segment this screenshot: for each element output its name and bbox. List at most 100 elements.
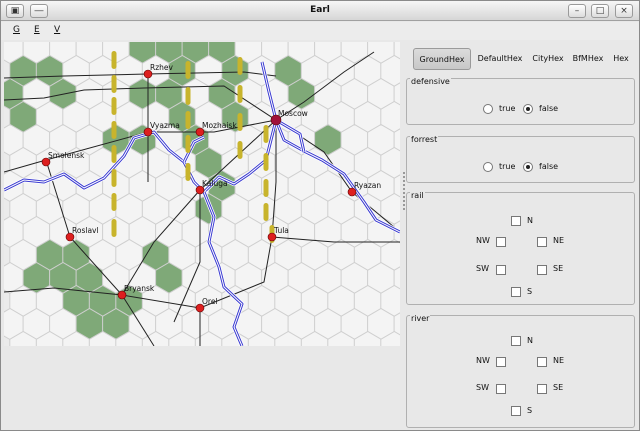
river-group: river N NW NE SW SE S: [406, 314, 635, 428]
menu-bar: G E V: [1, 22, 639, 40]
river-s-checkbox[interactable]: [511, 406, 521, 416]
rail-marker: [111, 219, 117, 237]
forrest-true-radio[interactable]: [483, 162, 493, 172]
river-s-label: S: [527, 406, 533, 415]
rail-n-checkbox[interactable]: [511, 216, 521, 226]
maximize-icon[interactable]: □: [591, 4, 609, 18]
splitter-grip-dot: [403, 204, 405, 206]
city-label: Vyazma: [150, 121, 180, 130]
title-bar: ▣ ― Earl – □ ×: [1, 1, 639, 21]
rail-s-label: S: [527, 287, 533, 296]
tab-hex[interactable]: Hex: [608, 48, 634, 70]
rail-title: rail: [410, 191, 425, 200]
tab-defaulthex[interactable]: DefaultHex: [473, 48, 527, 70]
city-label: Ryazan: [354, 181, 381, 190]
rail-sw-checkbox[interactable]: [496, 265, 506, 275]
defensive-true-radio[interactable]: [483, 104, 493, 114]
river-sw-label: SW: [476, 383, 489, 392]
rail-se-label: SE: [553, 264, 564, 273]
splitter-grip-dot: [403, 176, 405, 178]
rail-nw-checkbox[interactable]: [496, 237, 506, 247]
forrest-true-label: true: [499, 162, 516, 171]
forrest-title: forrest: [410, 135, 439, 144]
river-nw-checkbox[interactable]: [496, 357, 506, 367]
rail-marker: [111, 169, 117, 187]
splitter-grip-dot: [403, 200, 405, 202]
rail-marker: [237, 85, 243, 103]
rail-marker: [263, 179, 269, 197]
river-ne-label: NE: [553, 356, 565, 365]
city-label: Rzhev: [150, 63, 174, 72]
defensive-group: defensive true false: [406, 77, 635, 125]
city-label: Smolensk: [48, 151, 85, 160]
rail-marker: [111, 51, 117, 69]
rail-ne-label: NE: [553, 236, 565, 245]
splitter-grip-dot: [403, 192, 405, 194]
tab-cityhex[interactable]: CityHex: [528, 48, 568, 70]
tab-groundhex[interactable]: GroundHex: [413, 48, 471, 70]
menu-e[interactable]: E: [34, 25, 40, 35]
rail-group: rail N NW NE SW SE S: [406, 191, 635, 305]
defensive-true-label: true: [499, 104, 516, 113]
rail-s-checkbox[interactable]: [511, 287, 521, 297]
river-nw-label: NW: [476, 356, 490, 365]
rail-marker: [185, 163, 191, 181]
splitter-grip-dot: [403, 208, 405, 210]
splitter-grip-dot: [403, 172, 405, 174]
tab-bar: GroundHex DefaultHex CityHex BfMHex Hex: [411, 46, 636, 70]
menu-g[interactable]: G: [13, 25, 20, 35]
river-title: river: [410, 314, 431, 323]
rail-marker: [185, 135, 191, 153]
splitter-grip-dot: [403, 184, 405, 186]
rail-marker: [185, 111, 191, 129]
rail-marker: [185, 61, 191, 79]
rail-nw-label: NW: [476, 236, 490, 245]
city-label: Mozhaisk: [202, 121, 237, 130]
city-label: Kaluga: [202, 179, 228, 188]
river-se-label: SE: [553, 383, 564, 392]
rail-marker: [263, 153, 269, 171]
forrest-false-label: false: [539, 162, 559, 171]
defensive-false-radio[interactable]: [523, 104, 533, 114]
rail-se-checkbox[interactable]: [537, 265, 547, 275]
river-ne-checkbox[interactable]: [537, 357, 547, 367]
hex-map-panel[interactable]: Rzhev Vyazma Mozhaisk Moscow Smolensk Kaluga R…: [4, 42, 400, 346]
forrest-group: forrest true false: [406, 135, 635, 183]
rail-marker: [111, 97, 117, 115]
minimize-icon[interactable]: –: [568, 4, 586, 18]
application-window: ▣ ― Earl – □ × G E V Rzhev Vyazma Mozhaisk…: [0, 0, 640, 431]
city-label: Orel: [202, 297, 218, 306]
rail-marker: [111, 193, 117, 211]
rail-marker: [111, 121, 117, 139]
splitter-grip-dot: [403, 196, 405, 198]
rail-marker: [111, 145, 117, 163]
city-label: Tula: [273, 226, 289, 235]
river-n-checkbox[interactable]: [511, 336, 521, 346]
rail-sw-label: SW: [476, 264, 489, 273]
rail-marker: [263, 125, 269, 143]
city-label: Moscow: [278, 109, 308, 118]
river-sw-checkbox[interactable]: [496, 384, 506, 394]
menu-v[interactable]: V: [54, 25, 60, 35]
window-title: Earl: [310, 5, 330, 15]
rail-marker: [185, 87, 191, 105]
rail-marker: [263, 203, 269, 221]
close-icon[interactable]: ×: [615, 4, 633, 18]
city-label: Bryansk: [124, 284, 155, 293]
rail-marker: [237, 141, 243, 159]
city-label: Roslavl: [72, 226, 99, 235]
forrest-false-radio[interactable]: [523, 162, 533, 172]
splitter-grip-dot: [403, 188, 405, 190]
rail-marker: [111, 75, 117, 93]
hex-properties-panel: GroundHex DefaultHex CityHex BfMHex Hex …: [406, 42, 638, 430]
river-se-checkbox[interactable]: [537, 384, 547, 394]
river-n-label: N: [527, 336, 533, 345]
splitter-grip-dot: [403, 180, 405, 182]
rail-marker: [237, 113, 243, 131]
rail-marker: [237, 57, 243, 75]
tab-bfmhex[interactable]: BfMHex: [569, 48, 607, 70]
hex-map[interactable]: Rzhev Vyazma Mozhaisk Moscow Smolensk Kaluga R…: [4, 42, 400, 346]
defensive-title: defensive: [410, 77, 451, 86]
rail-ne-checkbox[interactable]: [537, 237, 547, 247]
rail-n-label: N: [527, 216, 533, 225]
